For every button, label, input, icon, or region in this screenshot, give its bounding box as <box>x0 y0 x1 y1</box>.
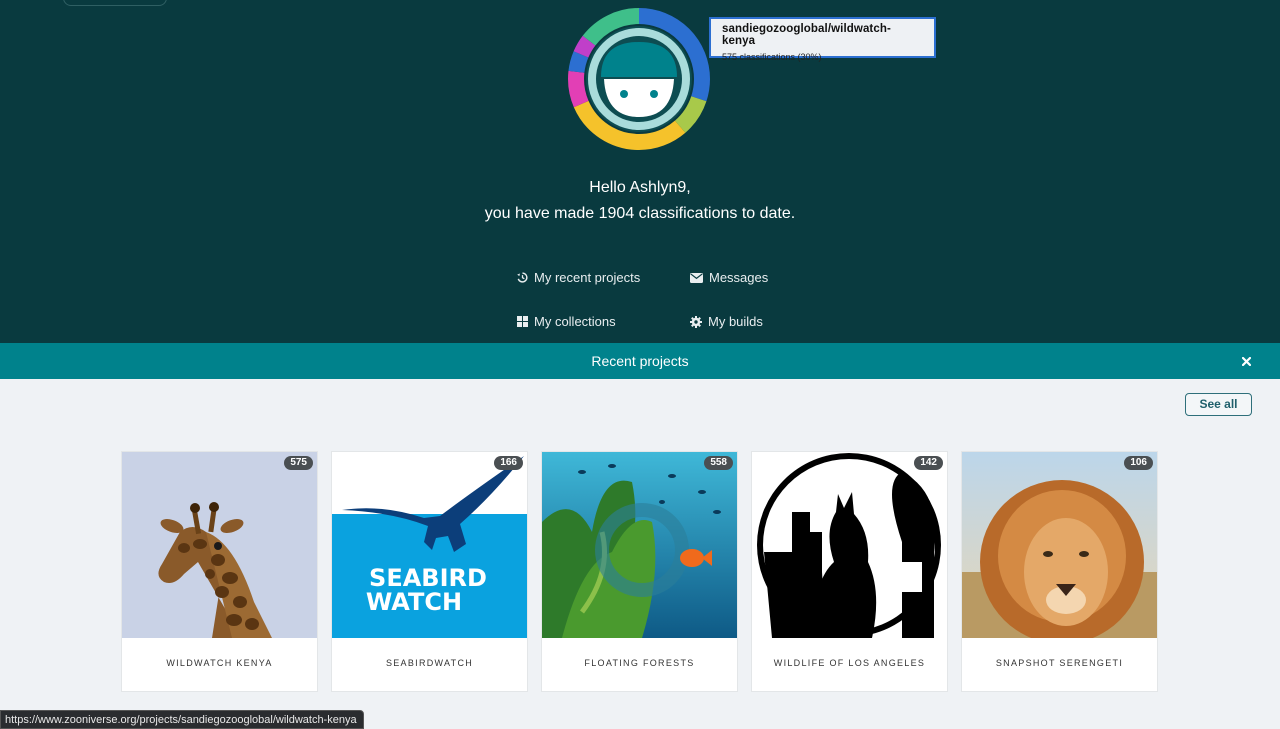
project-card-floating-forests[interactable]: 558 FLOATING FORESTS <box>541 451 738 692</box>
project-name: WILDWATCH KENYA <box>166 658 273 668</box>
project-image-lion <box>962 452 1157 638</box>
envelope-icon <box>690 272 703 283</box>
gear-icon <box>690 315 702 328</box>
my-recent-projects-label: My recent projects <box>534 270 641 285</box>
greeting-classification-total: you have made 1904 classifications to da… <box>484 205 796 222</box>
my-recent-projects-link[interactable]: My recent projects <box>517 270 640 285</box>
project-image-giraffe <box>122 452 317 638</box>
see-all-button[interactable]: See all <box>1185 393 1252 416</box>
greeting-text: Hello Ashlyn9, you have made 1904 classi… <box>0 175 1280 227</box>
tooltip-classification-count: 575 classifications (30%) <box>722 52 822 62</box>
project-card-snapshot-serengeti[interactable]: 106 SNAPSHOT SERENGETI <box>961 451 1158 692</box>
recent-projects-title: Recent projects <box>591 353 689 369</box>
project-classification-count: 558 <box>704 456 733 470</box>
grid-icon <box>517 316 528 327</box>
avatar-ring-chart <box>568 8 710 150</box>
profile-hero: sandiegozooglobal/wildwatch-kenya 575 cl… <box>0 0 1280 343</box>
project-card-wildwatch-kenya[interactable]: 575 WILDWATCH KENYA <box>121 451 318 692</box>
history-icon <box>517 272 528 283</box>
messages-link[interactable]: Messages <box>690 270 768 285</box>
project-classification-count: 106 <box>1124 456 1153 470</box>
project-classification-count: 142 <box>914 456 943 470</box>
close-recent-projects-button[interactable] <box>1238 343 1254 379</box>
classification-ring-avatar[interactable] <box>567 7 711 151</box>
ring-segment-tooltip: sandiegozooglobal/wildwatch-kenya 575 cl… <box>709 17 936 62</box>
project-name: FLOATING FORESTS <box>584 658 695 668</box>
my-collections-link[interactable]: My collections <box>517 314 616 329</box>
project-name: SNAPSHOT SERENGETI <box>995 658 1124 668</box>
project-card-seabirdwatch[interactable]: SEABIRD WATCH 166 SEABIRDWATCH <box>331 451 528 692</box>
messages-label: Messages <box>709 270 769 285</box>
project-image-seabird-logo: SEABIRD WATCH <box>332 452 527 638</box>
my-builds-link[interactable]: My builds <box>690 314 763 329</box>
project-card-wildlife-of-los-angeles[interactable]: 142 WILDLIFE OF LOS ANGELES <box>751 451 948 692</box>
close-icon <box>1241 356 1251 366</box>
status-bar-url: https://www.zooniverse.org/projects/sand… <box>0 710 364 729</box>
top-nav-pill[interactable] <box>63 0 167 6</box>
project-classification-count: 166 <box>494 456 523 470</box>
project-image-coyote-logo <box>752 452 947 638</box>
my-collections-label: My collections <box>534 314 616 329</box>
project-image-kelp-forest <box>542 452 737 638</box>
project-name: SEABIRDWATCH <box>385 658 474 668</box>
greeting-hello: Hello Ashlyn9, <box>589 179 691 196</box>
my-builds-label: My builds <box>708 314 763 329</box>
project-classification-count: 575 <box>284 456 313 470</box>
zooniverse-face-icon <box>601 42 677 117</box>
project-name: WILDLIFE OF LOS ANGELES <box>773 658 926 668</box>
tooltip-project-name: sandiegozooglobal/wildwatch-kenya <box>722 23 891 47</box>
seabird-logo-line2: WATCH <box>366 588 462 616</box>
recent-projects-bar: Recent projects <box>0 343 1280 379</box>
